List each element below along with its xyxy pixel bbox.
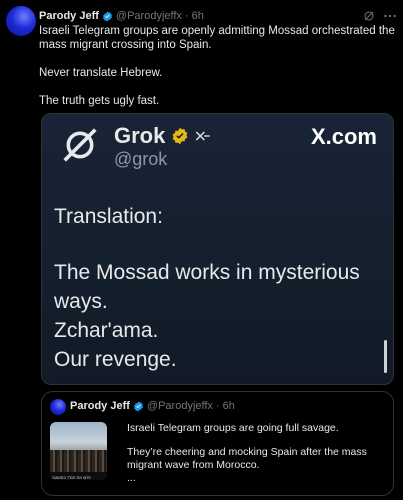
grok-handle: @grok [114,149,168,169]
quoted-post-header: Parody Jeff @Parodyjeffx · 6h [70,400,235,412]
post-time[interactable]: 6h [192,10,204,22]
scrollbar[interactable] [384,340,387,373]
grok-name-row: Grok [114,123,211,149]
x-brand-label: X.com [310,124,377,149]
separator-dot: · [184,10,189,22]
author-avatar[interactable] [6,6,36,36]
quoted-text-ellipsis: ... [127,472,136,484]
translation-text: Translation: The Mossad works in mysteri… [54,202,381,374]
quoted-author-avatar[interactable] [50,399,66,415]
quoted-post-time[interactable]: 6h [223,400,235,412]
author-name[interactable]: Parody Jeff [39,10,99,22]
post-text-paragraph: The truth gets ugly fast. [39,95,160,107]
author-handle[interactable]: @Parodyjeffx [116,10,182,22]
grok-logo-icon [63,128,97,162]
translation-line: The Mossad works in mysterious ways. [54,261,360,313]
quoted-text-paragraph: Israeli Telegram groups are going full s… [127,422,339,434]
verified-badge-icon [133,400,143,412]
post-text-paragraph: Never translate Hebrew. [39,67,163,79]
thumbnail-caption: פרצו את הגדר בסאוטה [52,475,91,480]
affiliate-x-icon [196,131,211,141]
verified-badge-icon [102,10,112,22]
quoted-author-handle[interactable]: @Parodyjeffx [147,400,213,412]
quoted-post[interactable]: Parody Jeff @Parodyjeffx · 6h פרצו את הג… [41,391,394,496]
grok-name: Grok [114,123,166,148]
thumbnail-crowd [50,450,107,472]
quoted-text-paragraph: They’re cheering and mocking Spain after… [127,446,367,471]
post-text-paragraph: Israeli Telegram groups are openly admit… [39,25,395,51]
translation-line: Our revenge. [54,348,177,371]
post-text: Israeli Telegram groups are openly admit… [39,24,397,122]
translation-label: Translation: [54,205,163,228]
grok-icon[interactable] [363,10,375,22]
translation-line: Zchar'ama. [54,319,159,342]
quoted-video-thumbnail[interactable]: פרצו את הגדר בסאוטה [50,422,107,480]
separator-dot: · [215,400,220,412]
post-header: Parody Jeff @Parodyjeffx · 6h [39,8,397,24]
gold-verified-icon [172,127,188,145]
quoted-post-text: Israeli Telegram groups are going full s… [127,422,389,485]
media-image-grok-translation[interactable]: Grok @grok X.com Translation: The Mossad… [41,113,394,385]
quoted-author-name[interactable]: Parody Jeff [70,400,130,412]
more-horizontal-icon[interactable] [383,10,397,22]
